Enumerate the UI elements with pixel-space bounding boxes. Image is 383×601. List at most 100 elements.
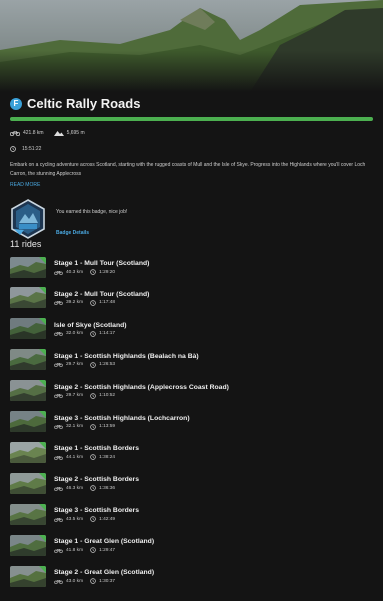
- ride-name: Stage 1 - Great Glen (Scotland): [54, 538, 155, 546]
- duration-stat: 15:51:22: [10, 146, 41, 152]
- ride-item[interactable]: Stage 1 - Scottish Highlands (Bealach na…: [10, 346, 375, 374]
- ride-info: Stage 1 - Mull Tour (Scotland) 40.3 km 1:2…: [54, 259, 149, 275]
- ride-thumbnail: [10, 380, 46, 402]
- ride-name: Stage 1 - Mull Tour (Scotland): [54, 260, 150, 267]
- clock-icon: [90, 392, 96, 399]
- ride-thumbnail: [10, 441, 46, 463]
- clock-icon: [90, 578, 96, 584]
- bike-icon: [54, 270, 63, 275]
- ride-meta: 32.0 km 1:14:17: [54, 331, 127, 337]
- clock-icon: [90, 361, 96, 368]
- clock-icon: [90, 516, 96, 522]
- ride-thumbnail: [10, 256, 46, 278]
- hero-image: [0, 0, 383, 92]
- ride-distance: 43.0 km: [66, 578, 84, 584]
- ride-item[interactable]: Stage 1 - Scottish Borders 44.1 km 1:38:24: [10, 438, 375, 466]
- bike-icon: [54, 455, 63, 460]
- ride-item[interactable]: Stage 2 - Scottish Borders 46.3 km 1:36:36: [10, 469, 375, 497]
- ride-info: Stage 1 - Scottish Highlands (Bealach na…: [54, 352, 199, 368]
- ride-name: Stage 3 - Scottish Highlands (Lochcarron…: [54, 414, 190, 422]
- page-title: Celtic Rally Roads: [27, 96, 141, 111]
- ride-info: Stage 3 - Scottish Highlands (Lochcarron…: [54, 414, 190, 430]
- ride-item[interactable]: Stage 2 - Great Glen (Scotland) 43.0 km 1:…: [10, 562, 375, 590]
- ride-meta: 44.1 km 1:38:24: [54, 454, 139, 461]
- ride-item[interactable]: Isle of Skye (Scotland) 32.0 km 1:14:17: [10, 315, 375, 343]
- ride-time: 1:29:20: [99, 269, 116, 275]
- bike-icon: [54, 394, 63, 399]
- ride-item[interactable]: Stage 3 - Scottish Borders 43.5 km 1:42:49: [10, 500, 375, 528]
- ride-distance: 32.1 km: [66, 424, 84, 429]
- ride-item[interactable]: Stage 1 - Great Glen (Scotland) 41.8 km 1:…: [10, 531, 375, 559]
- ride-time: 1:29:47: [99, 547, 116, 553]
- clock-icon: [90, 300, 96, 306]
- ride-name: Stage 2 - Scottish Borders: [54, 476, 139, 484]
- bike-icon: [54, 363, 63, 368]
- ride-time: 1:36:36: [99, 485, 116, 491]
- ride-time: 1:13:59: [99, 424, 116, 429]
- duration-value: 15:51:22: [22, 146, 42, 152]
- ride-name: Stage 2 - Mull Tour (Scotland): [54, 290, 150, 298]
- ride-thumbnail: [10, 411, 46, 432]
- badge-earned-text: You earned this badge, nice job!: [56, 209, 128, 215]
- clock-icon: [90, 547, 96, 553]
- ride-time: 1:30:37: [99, 578, 116, 584]
- ride-info: Stage 2 - Great Glen (Scotland) 43.0 km 1:…: [54, 568, 154, 584]
- ride-item[interactable]: Stage 2 - Mull Tour (Scotland) 39.2 km 1:1…: [10, 284, 375, 312]
- ride-thumbnail: [10, 349, 46, 371]
- bike-icon: [54, 548, 63, 553]
- ride-time: 1:42:49: [99, 516, 116, 522]
- ride-item[interactable]: Stage 3 - Scottish Highlands (Lochcarron…: [10, 408, 375, 436]
- stats-row: 421.8 km 5,695 m: [10, 130, 85, 136]
- read-more-link[interactable]: READ MORE: [10, 182, 40, 188]
- ride-meta: 32.1 km 1:13:59: [54, 423, 190, 430]
- ride-thumbnail: [10, 565, 46, 587]
- ride-item[interactable]: Stage 1 - Mull Tour (Scotland) 40.3 km 1:2…: [10, 253, 375, 281]
- ride-meta: 29.7 km 1:26:53: [54, 361, 199, 368]
- collection-description: Embark on a cycling adventure across Sco…: [10, 162, 366, 177]
- ride-meta: 29.7 km 1:10:52: [54, 392, 229, 399]
- distance-stat: 421.8 km: [10, 130, 44, 136]
- bike-icon: [54, 332, 63, 337]
- ride-distance: 40.3 km: [66, 269, 84, 275]
- bike-icon: [54, 517, 63, 522]
- ride-time: 1:10:52: [99, 393, 116, 399]
- ride-thumbnail: [10, 318, 46, 340]
- ride-meta: 39.2 km 1:17:48: [54, 300, 149, 306]
- ride-meta: 43.5 km 1:42:49: [54, 516, 139, 522]
- ride-name: Stage 1 - Scottish Highlands (Bealach na…: [54, 352, 199, 360]
- ride-info: Stage 2 - Scottish Highlands (Applecross…: [54, 383, 229, 399]
- clock-icon: [90, 269, 96, 275]
- ride-distance: 41.8 km: [66, 547, 84, 553]
- badge-details-link[interactable]: Badge Details: [56, 230, 89, 236]
- ride-info: Stage 2 - Scottish Borders 46.3 km 1:36:36: [54, 475, 139, 492]
- ride-name: Stage 1 - Scottish Borders: [54, 445, 139, 453]
- clock-icon: [90, 423, 96, 430]
- ride-name: Isle of Skye (Scotland): [54, 321, 127, 329]
- elevation-stat: 5,695 m: [53, 130, 85, 136]
- ride-meta: 46.3 km 1:36:36: [54, 485, 139, 492]
- bike-icon: [10, 131, 20, 136]
- progress-bar: [10, 117, 373, 121]
- ride-info: Stage 1 - Great Glen (Scotland) 41.8 km 1:…: [54, 537, 154, 553]
- collection-badge-image: [10, 199, 46, 244]
- ride-time: 1:17:48: [99, 300, 116, 306]
- distance-value: 421.8 km: [23, 130, 44, 136]
- collection-header: F Celtic Rally Roads: [10, 96, 140, 111]
- ride-distance: 39.2 km: [66, 300, 84, 306]
- bike-icon: [54, 486, 63, 491]
- ride-distance: 46.3 km: [66, 485, 84, 491]
- ride-distance: 29.7 km: [66, 362, 84, 368]
- ride-distance: 29.7 km: [66, 393, 84, 399]
- collection-type-badge: F: [10, 97, 22, 110]
- ride-thumbnail: [10, 472, 46, 494]
- bike-icon: [54, 425, 63, 429]
- ride-time: 1:14:17: [99, 331, 116, 337]
- clock-icon: [90, 454, 96, 461]
- ride-name: Stage 2 - Great Glen (Scotland): [54, 569, 155, 576]
- ride-name: Stage 2 - Scottish Highlands (Applecross…: [54, 383, 229, 391]
- ride-thumbnail: [10, 287, 46, 309]
- ride-item[interactable]: Stage 2 - Scottish Highlands (Applecross…: [10, 377, 375, 405]
- bike-icon: [54, 301, 63, 306]
- ride-time: 1:38:24: [99, 454, 116, 460]
- clock-icon: [10, 146, 16, 152]
